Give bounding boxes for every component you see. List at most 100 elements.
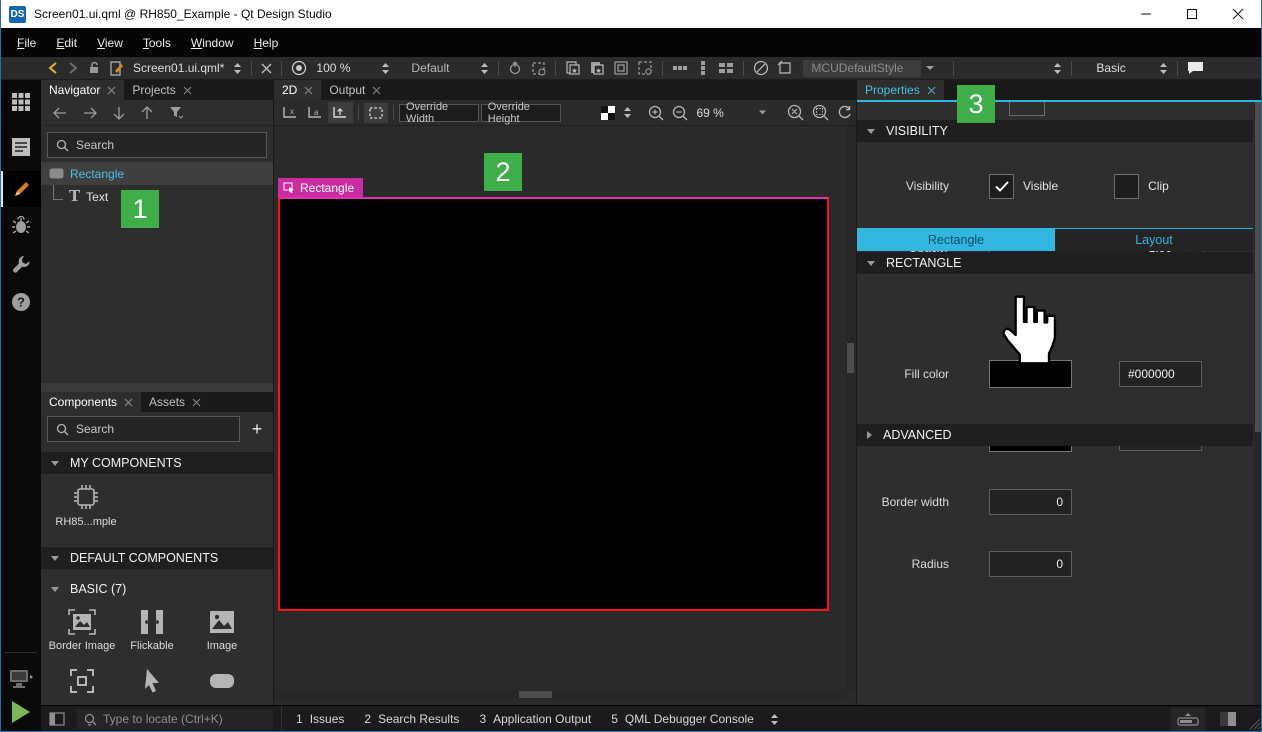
viewport-icon[interactable]	[773, 60, 797, 76]
pane-selector-icon[interactable]	[770, 713, 779, 726]
run-preview-icon[interactable]	[287, 60, 311, 76]
vertical-scrollbar-thumb[interactable]	[847, 343, 854, 373]
zoom-in-icon[interactable]	[644, 105, 668, 121]
visible-checkbox[interactable]	[989, 174, 1014, 199]
tab-components[interactable]: Components	[41, 392, 141, 412]
canvas-color-spinner-icon[interactable]	[619, 106, 636, 119]
border-width-input[interactable]: 0	[989, 489, 1072, 515]
component-mousearea[interactable]	[119, 666, 185, 700]
component-border-image[interactable]: Border Image	[49, 608, 115, 652]
tab-2d[interactable]: 2D	[274, 80, 321, 100]
mode-spinner-icon[interactable]	[1155, 62, 1172, 75]
tab-projects[interactable]: Projects	[124, 80, 199, 100]
paste-asset-icon[interactable]	[585, 60, 609, 76]
run-button[interactable]	[1, 694, 41, 730]
components-search-input[interactable]: Search	[47, 416, 240, 442]
reset-view-icon[interactable]	[833, 105, 856, 120]
override-width-input[interactable]: Override Width	[399, 104, 479, 122]
radius-input[interactable]: 0	[989, 551, 1072, 577]
output-panel-toggle-icon[interactable]	[1219, 711, 1237, 727]
section-basic[interactable]: BASIC (7)	[41, 578, 136, 600]
edit-document-icon[interactable]	[105, 61, 128, 76]
menu-view[interactable]: View	[87, 34, 133, 52]
section-my-components[interactable]: MY COMPONENTS	[41, 452, 274, 474]
panel-splitter[interactable]	[41, 383, 274, 392]
component-image[interactable]: Image	[189, 608, 255, 652]
distribute-horizontal-icon[interactable]	[668, 61, 692, 75]
fit-text-icon[interactable]: a	[303, 105, 328, 120]
pane-issues[interactable]: 1Issues	[286, 712, 354, 726]
horizontal-scrollbar[interactable]	[274, 690, 846, 699]
tab-navigator[interactable]: Navigator	[41, 80, 124, 100]
bounds-outline-icon[interactable]	[609, 60, 633, 76]
canvas-color-icon[interactable]	[597, 106, 619, 120]
edit-off-icon[interactable]	[749, 60, 773, 76]
subtab-layout[interactable]: Layout	[1055, 228, 1253, 251]
section-advanced[interactable]: ADVANCED	[857, 424, 1253, 446]
tab-properties[interactable]: Properties	[857, 80, 944, 100]
design-mode-icon[interactable]	[1, 171, 41, 207]
close-icon[interactable]	[192, 398, 201, 407]
component-flickable[interactable]: Flickable	[119, 608, 185, 652]
fill-color-swatch[interactable]	[989, 360, 1072, 388]
tab-assets[interactable]: Assets	[141, 392, 209, 412]
lock-icon[interactable]	[83, 61, 105, 75]
projects-mode-icon[interactable]	[1, 246, 41, 282]
close-icon[interactable]	[124, 398, 133, 407]
debug-mode-icon[interactable]	[1, 208, 41, 244]
close-icon[interactable]	[183, 86, 192, 95]
filter-icon[interactable]	[169, 106, 184, 119]
pane-qml-debugger-console[interactable]: 5QML Debugger Console	[601, 712, 764, 726]
tree-item-rectangle[interactable]: Rectangle	[41, 162, 273, 185]
component-rh850[interactable]: RH85...mple	[53, 482, 119, 528]
maximize-button[interactable]	[1169, 0, 1215, 28]
feedback-icon[interactable]	[1183, 61, 1208, 75]
share-icon[interactable]	[504, 61, 527, 76]
move-up-icon[interactable]	[141, 106, 153, 120]
override-height-input[interactable]: Override Height	[481, 104, 561, 122]
preview-zoom-value[interactable]: 100 %	[311, 61, 355, 75]
horizontal-scrollbar-thumb[interactable]	[519, 691, 552, 698]
tab-output[interactable]: Output	[321, 80, 389, 100]
menu-tools[interactable]: Tools	[133, 34, 181, 52]
sidebar-toggle-icon[interactable]	[49, 712, 65, 726]
zoom-out-icon[interactable]	[668, 105, 692, 121]
back-icon[interactable]	[43, 61, 63, 75]
zoom-level-value[interactable]: 69 %	[692, 106, 740, 120]
add-module-button[interactable]: +	[246, 419, 268, 440]
minimize-button[interactable]	[1123, 0, 1169, 28]
close-button[interactable]	[1215, 0, 1261, 28]
close-icon[interactable]	[107, 86, 116, 95]
zoom-dropdown-icon[interactable]	[754, 109, 771, 116]
menu-file[interactable]: File	[7, 34, 46, 52]
zoom-selection-icon[interactable]	[808, 104, 833, 121]
snapping-icon[interactable]	[364, 103, 388, 123]
pane-search-results[interactable]: 2Search Results	[354, 712, 469, 726]
close-icon[interactable]	[927, 86, 936, 95]
distribute-vertical-icon[interactable]	[692, 60, 714, 76]
component-rectangle[interactable]	[189, 666, 255, 700]
component-item[interactable]	[49, 666, 115, 700]
style-select[interactable]: MCUDefaultStyle	[803, 60, 921, 77]
mode-select[interactable]: Basic	[1091, 61, 1155, 75]
pane-application-output[interactable]: 3Application Output	[469, 712, 601, 726]
locator-input[interactable]: Type to locate (Ctrl+K)	[77, 709, 273, 729]
navigator-search-input[interactable]: Search	[47, 132, 267, 158]
reset-size-icon[interactable]: x	[278, 105, 303, 120]
subtab-rectangle[interactable]: Rectangle	[857, 228, 1055, 251]
variant-spinner-icon[interactable]	[1049, 62, 1066, 75]
preview-zoom-spinner-icon[interactable]	[377, 62, 394, 75]
help-mode-icon[interactable]: ?	[1, 284, 41, 320]
clip-checkbox[interactable]	[1114, 174, 1139, 199]
properties-scrollbar[interactable]	[1254, 102, 1262, 705]
target-spinner-icon[interactable]	[476, 62, 493, 75]
kit-selector-icon[interactable]	[1, 662, 41, 698]
edit-mode-icon[interactable]	[1, 129, 41, 165]
forward-icon[interactable]	[63, 61, 83, 75]
qml-rectangle-item[interactable]	[278, 197, 829, 611]
current-document-label[interactable]: Screen01.ui.qml*	[128, 61, 229, 75]
close-icon[interactable]	[304, 86, 313, 95]
close-document-icon[interactable]	[257, 63, 276, 74]
menu-window[interactable]: Window	[181, 34, 244, 52]
copy-asset-icon[interactable]	[561, 60, 585, 76]
